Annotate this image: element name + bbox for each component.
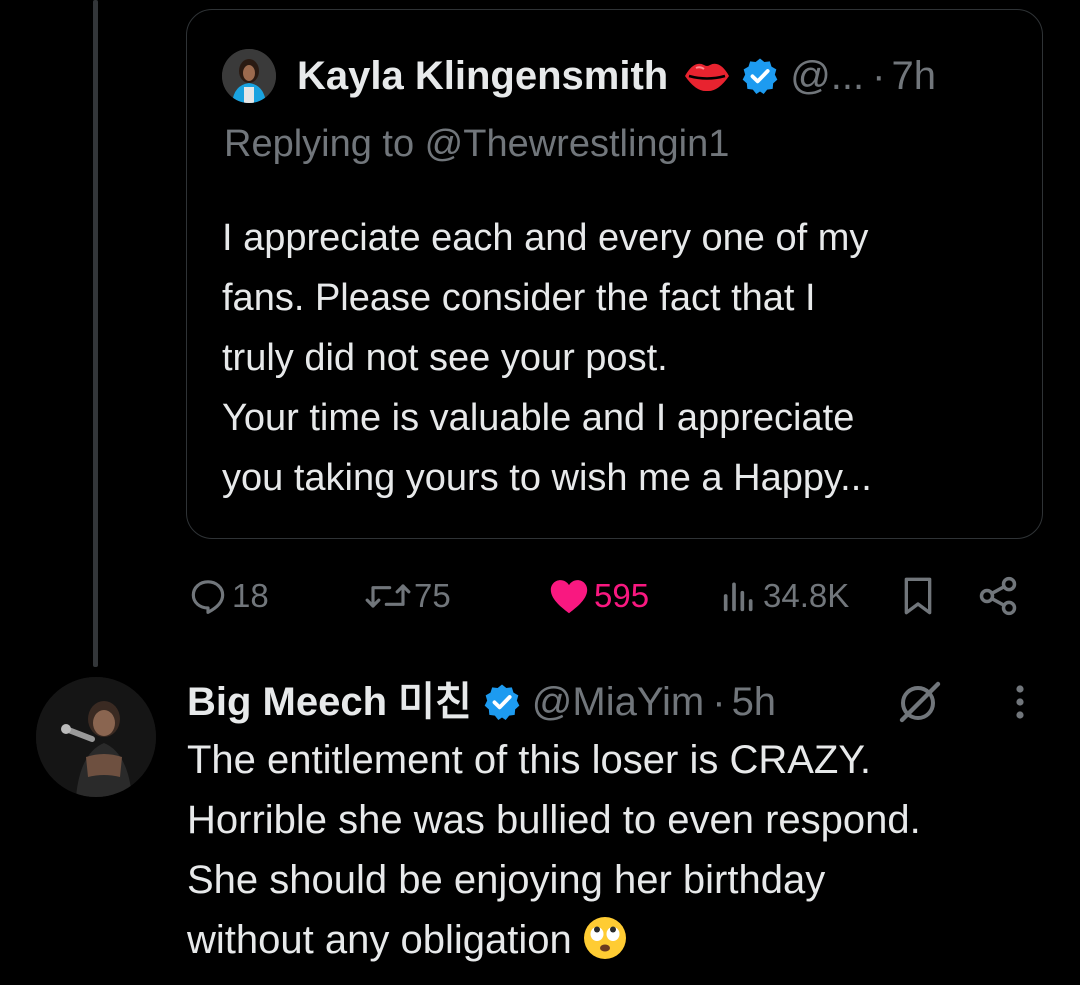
separator-dot: ·	[872, 54, 886, 98]
bookmark-icon	[898, 574, 938, 618]
quoted-author-name[interactable]: Kayla Klingensmith	[297, 48, 668, 104]
verified-badge-icon[interactable]	[482, 682, 522, 722]
reply-body-line: Horrible she was bullied to even respond…	[187, 798, 921, 842]
quoted-tweet-timestamp[interactable]: 7h	[891, 48, 936, 104]
verified-badge-icon[interactable]	[740, 56, 780, 96]
repost-button[interactable]: 75	[364, 568, 451, 624]
quoted-tweet-body: I appreciate each and every one of my fa…	[222, 208, 1022, 508]
share-button[interactable]	[976, 568, 1020, 624]
quoted-body-line: you taking yours to wish me a Happy...	[222, 457, 872, 499]
thread-connector-line	[93, 0, 98, 667]
reply-body-line: She should be enjoying her birthday	[187, 858, 826, 902]
reply-button[interactable]: 18	[188, 568, 269, 624]
reply-body-line-with-emoji: without any obligation	[187, 910, 1067, 978]
reply-body-line: The entitlement of this loser is CRAZY.	[187, 738, 871, 782]
like-count: 595	[594, 577, 650, 614]
quoted-body-line: I appreciate each and every one of my	[222, 217, 869, 259]
quoted-body-line: fans. Please consider the fact that I	[222, 277, 816, 319]
grok-icon[interactable]	[896, 677, 944, 725]
views-button[interactable]: 34.8K	[719, 568, 849, 624]
replying-to-text[interactable]: Replying to @Thewrestlingin1	[224, 118, 729, 170]
like-button[interactable]: 595	[546, 568, 649, 624]
reply-author-avatar[interactable]	[36, 677, 156, 797]
quoted-author-avatar[interactable]	[222, 49, 276, 103]
quoted-body-line: truly did not see your post.	[222, 337, 668, 379]
reply-body-line: without any obligation	[187, 918, 572, 962]
reply-tweet-body: The entitlement of this loser is CRAZY. …	[187, 730, 1067, 978]
heart-icon	[546, 576, 592, 616]
more-options-icon[interactable]	[1006, 682, 1034, 722]
face-with-rolling-eyes-icon	[582, 915, 628, 978]
repost-icon	[364, 576, 412, 616]
share-icon	[976, 574, 1020, 618]
views-bar-chart-icon	[719, 576, 759, 616]
quoted-body-line: Your time is valuable and I appreciate	[222, 397, 855, 439]
quoted-tweet-header: Kayla Klingensmith @... · 7h	[297, 48, 936, 104]
reply-author-name[interactable]: Big Meech 미친	[187, 673, 472, 731]
reply-author-handle[interactable]: @MiaYim	[532, 673, 704, 731]
lips-emoji-icon	[682, 56, 732, 96]
reply-count: 18	[232, 577, 269, 614]
repost-count: 75	[414, 577, 451, 614]
views-count: 34.8K	[763, 577, 850, 614]
tweet-action-bar: 18 75 595 34.8K	[186, 568, 1036, 624]
reply-icon	[188, 576, 228, 616]
bookmark-button[interactable]	[898, 568, 938, 624]
separator-dot: ·	[712, 680, 726, 724]
reply-tweet-header: Big Meech 미친 @MiaYim · 5h	[187, 673, 776, 731]
reply-tweet-timestamp[interactable]: 5h	[732, 673, 777, 731]
quoted-author-handle[interactable]: @...	[790, 48, 864, 104]
